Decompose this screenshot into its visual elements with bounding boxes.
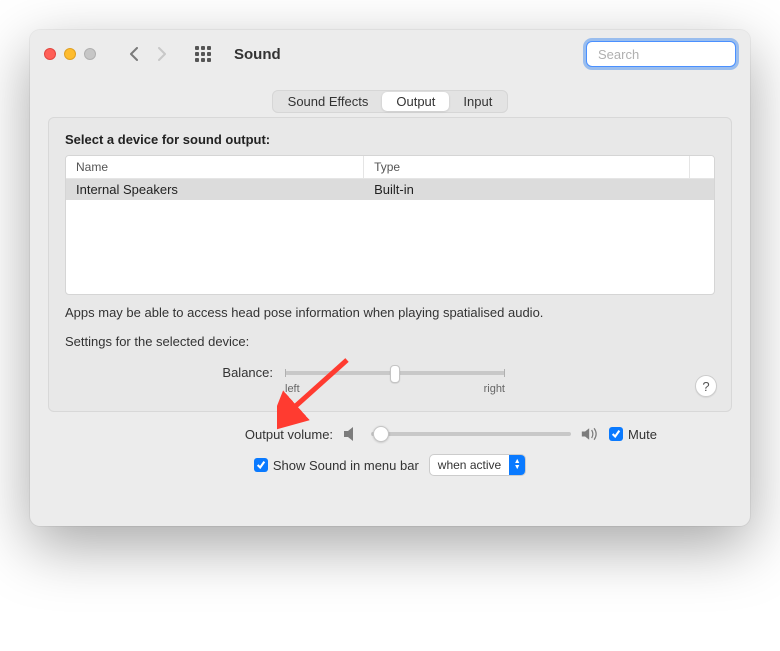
nav-buttons [122, 42, 174, 66]
show-in-menubar-checkbox[interactable]: Show Sound in menu bar [254, 458, 419, 473]
speaker-low-icon [343, 426, 361, 442]
settings-title: Settings for the selected device: [65, 334, 715, 349]
device-type: Built-in [364, 179, 714, 200]
mute-checkbox[interactable]: Mute [609, 427, 657, 442]
tab-input[interactable]: Input [449, 92, 506, 111]
zoom-window-button[interactable] [84, 48, 96, 60]
select-stepper-icon: ▲▼ [509, 455, 525, 475]
content-area: Sound Effects Output Input Select a devi… [30, 78, 750, 526]
table-header: Name Type [66, 156, 714, 179]
tab-output[interactable]: Output [382, 92, 449, 111]
balance-left-label: left [285, 383, 300, 395]
titlebar: Sound [30, 30, 750, 78]
menubar-row: Show Sound in menu bar when active ▲▼ [48, 454, 732, 476]
checkbox-checked-icon [254, 458, 268, 472]
help-button[interactable]: ? [695, 375, 717, 397]
spatial-audio-note: Apps may be able to access head pose inf… [65, 305, 715, 320]
window-title: Sound [234, 46, 281, 63]
tab-sound-effects[interactable]: Sound Effects [274, 92, 383, 111]
device-table: Name Type Internal Speakers Built-in [65, 155, 715, 295]
output-volume-label: Output volume: [123, 427, 333, 442]
traffic-lights [44, 48, 96, 60]
col-name[interactable]: Name [66, 156, 364, 178]
tab-bar: Sound Effects Output Input [48, 90, 732, 113]
device-name: Internal Speakers [66, 179, 364, 200]
search-field[interactable] [586, 41, 736, 67]
volume-thumb[interactable] [373, 426, 389, 442]
checkbox-checked-icon [609, 427, 623, 441]
balance-slider[interactable]: left right [285, 365, 505, 395]
minimize-window-button[interactable] [64, 48, 76, 60]
sound-preferences-window: Sound Sound Effects Output Input Select … [30, 30, 750, 526]
output-panel: Select a device for sound output: Name T… [48, 117, 732, 412]
segmented-control: Sound Effects Output Input [272, 90, 509, 113]
speaker-high-icon [581, 426, 599, 442]
table-row[interactable]: Internal Speakers Built-in [66, 179, 714, 200]
table-body: Internal Speakers Built-in [66, 179, 714, 294]
balance-thumb[interactable] [390, 365, 400, 383]
select-value: when active [430, 458, 509, 472]
panel-title: Select a device for sound output: [65, 132, 715, 147]
col-type[interactable]: Type [364, 156, 690, 178]
col-spacer [690, 156, 714, 178]
menubar-visibility-select[interactable]: when active ▲▼ [429, 454, 526, 476]
balance-label: Balance: [65, 365, 285, 380]
show-all-preferences-button[interactable] [192, 43, 214, 65]
search-input[interactable] [598, 47, 750, 62]
mute-label: Mute [628, 427, 657, 442]
close-window-button[interactable] [44, 48, 56, 60]
show-in-menubar-label: Show Sound in menu bar [273, 458, 419, 473]
back-button[interactable] [122, 42, 146, 66]
output-volume-row: Output volume: Mute [48, 426, 732, 442]
balance-row: Balance: left right [65, 365, 715, 395]
balance-right-label: right [484, 383, 505, 395]
footer: Output volume: Mute Show Sound in menu b… [48, 412, 732, 508]
forward-button[interactable] [150, 42, 174, 66]
output-volume-slider[interactable] [371, 432, 571, 436]
